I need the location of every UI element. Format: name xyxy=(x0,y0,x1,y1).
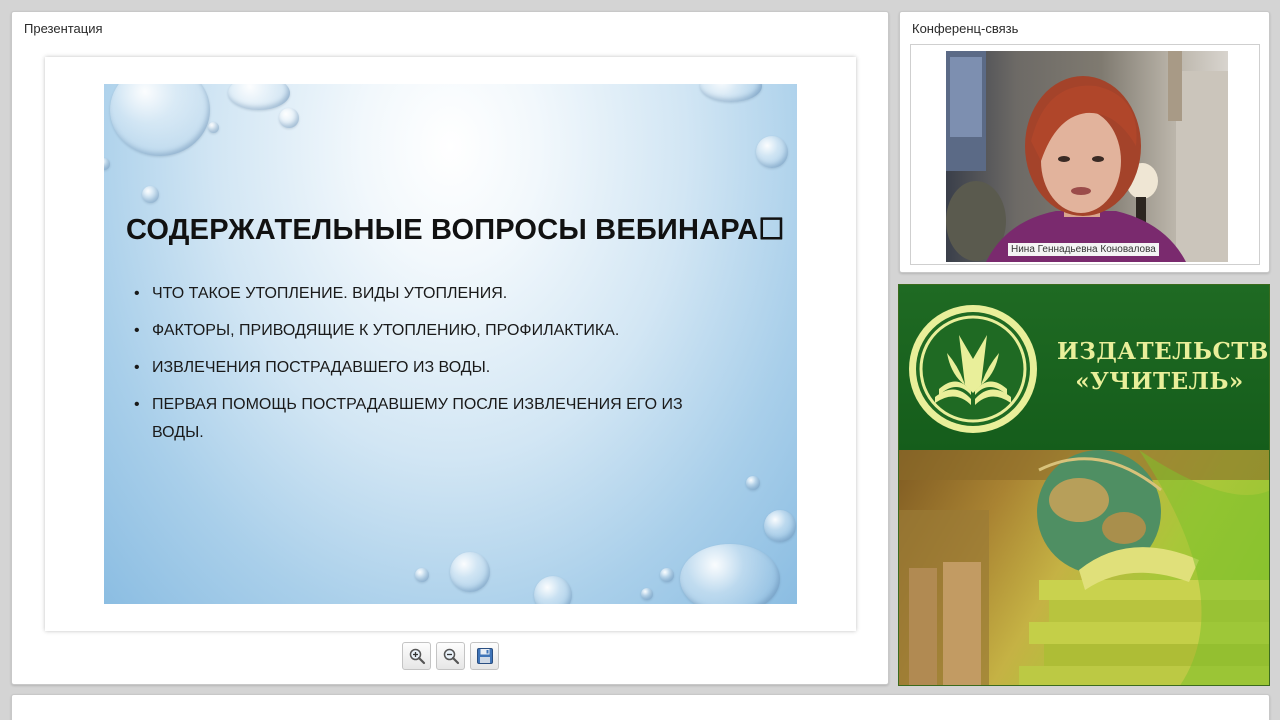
presentation-panel: Презентация СОДЕРЖАТЕЛЬНЫЕ ВОПРОСЫ ВЕБИН… xyxy=(11,11,889,685)
books-and-globe-image xyxy=(899,450,1269,685)
bottom-panel xyxy=(11,694,1270,720)
bubble-decoration xyxy=(228,84,290,110)
conference-panel: Конференц-связь Нина Геннадьевна Коновал… xyxy=(899,11,1270,273)
bubble-decoration xyxy=(142,186,159,203)
slide-bullet: ИЗВЛЕЧЕНИЯ ПОСТРАДАВШЕГО ИЗ ВОДЫ. xyxy=(134,354,734,382)
slide-bullet: ПЕРВАЯ ПОМОЩЬ ПОСТРАДАВШЕМУ ПОСЛЕ ИЗВЛЕЧ… xyxy=(134,391,694,447)
bubble-decoration xyxy=(279,108,299,128)
bubble-decoration xyxy=(756,136,788,168)
slide-bullet-list: ЧТО ТАКОЕ УТОПЛЕНИЕ. ВИДЫ УТОПЛЕНИЯ. ФАК… xyxy=(134,280,734,456)
zoom-out-icon xyxy=(443,648,459,665)
bubble-decoration xyxy=(641,588,653,600)
slide-viewer[interactable]: СОДЕРЖАТЕЛЬНЫЕ ВОПРОСЫ ВЕБИНАРА☐ ЧТО ТАК… xyxy=(45,57,856,631)
participant-video[interactable]: Нина Геннадьевна Коновалова xyxy=(946,51,1228,262)
publisher-banner-header: ИЗДАТЕЛЬСТВО «УЧИТЕЛЬ» xyxy=(899,285,1270,450)
bubble-decoration xyxy=(746,476,760,490)
slide-title-text: СОДЕРЖАТЕЛЬНЫЕ ВОПРОСЫ ВЕБИНАРА xyxy=(126,214,759,246)
bubble-decoration xyxy=(450,552,490,592)
publisher-logo-icon xyxy=(909,305,1037,433)
bubble-decoration xyxy=(764,510,796,542)
participant-name-label: Нина Геннадьевна Коновалова xyxy=(1008,243,1159,256)
bubble-decoration xyxy=(660,568,674,582)
slide: СОДЕРЖАТЕЛЬНЫЕ ВОПРОСЫ ВЕБИНАРА☐ ЧТО ТАК… xyxy=(104,84,797,604)
bubble-decoration xyxy=(110,84,210,156)
bubble-decoration xyxy=(700,84,762,102)
bubble-decoration xyxy=(208,122,219,133)
bubble-decoration xyxy=(680,544,780,604)
save-button[interactable] xyxy=(470,642,499,670)
publisher-name: ИЗДАТЕЛЬСТВО «УЧИТЕЛЬ» xyxy=(1057,337,1270,397)
save-icon xyxy=(476,648,493,664)
zoom-in-button[interactable] xyxy=(402,642,431,670)
publisher-name-line2: «УЧИТЕЛЬ» xyxy=(1075,368,1244,395)
publisher-name-line1: ИЗДАТЕЛЬСТВО xyxy=(1057,338,1270,365)
bubble-decoration xyxy=(415,568,429,582)
bubble-decoration xyxy=(104,158,110,170)
participant-video-image xyxy=(946,51,1228,262)
slide-bullet: ФАКТОРЫ, ПРИВОДЯЩИЕ К УТОПЛЕНИЮ, ПРОФИЛА… xyxy=(134,317,734,345)
presentation-panel-title: Презентация xyxy=(24,21,103,36)
slide-bullet: ЧТО ТАКОЕ УТОПЛЕНИЕ. ВИДЫ УТОПЛЕНИЯ. xyxy=(134,280,734,308)
bubble-decoration xyxy=(534,576,572,604)
zoom-out-button[interactable] xyxy=(436,642,465,670)
video-frame: Нина Геннадьевна Коновалова xyxy=(910,44,1260,265)
conference-panel-title: Конференц-связь xyxy=(912,21,1019,36)
slide-title-glyph: ☐ xyxy=(758,214,785,246)
zoom-in-icon xyxy=(409,648,425,665)
publisher-banner[interactable]: ИЗДАТЕЛЬСТВО «УЧИТЕЛЬ» xyxy=(898,284,1270,686)
publisher-banner-image xyxy=(899,450,1269,685)
slide-title: СОДЕРЖАТЕЛЬНЫЕ ВОПРОСЫ ВЕБИНАРА☐ xyxy=(126,212,785,247)
presentation-toolbar xyxy=(402,642,499,670)
